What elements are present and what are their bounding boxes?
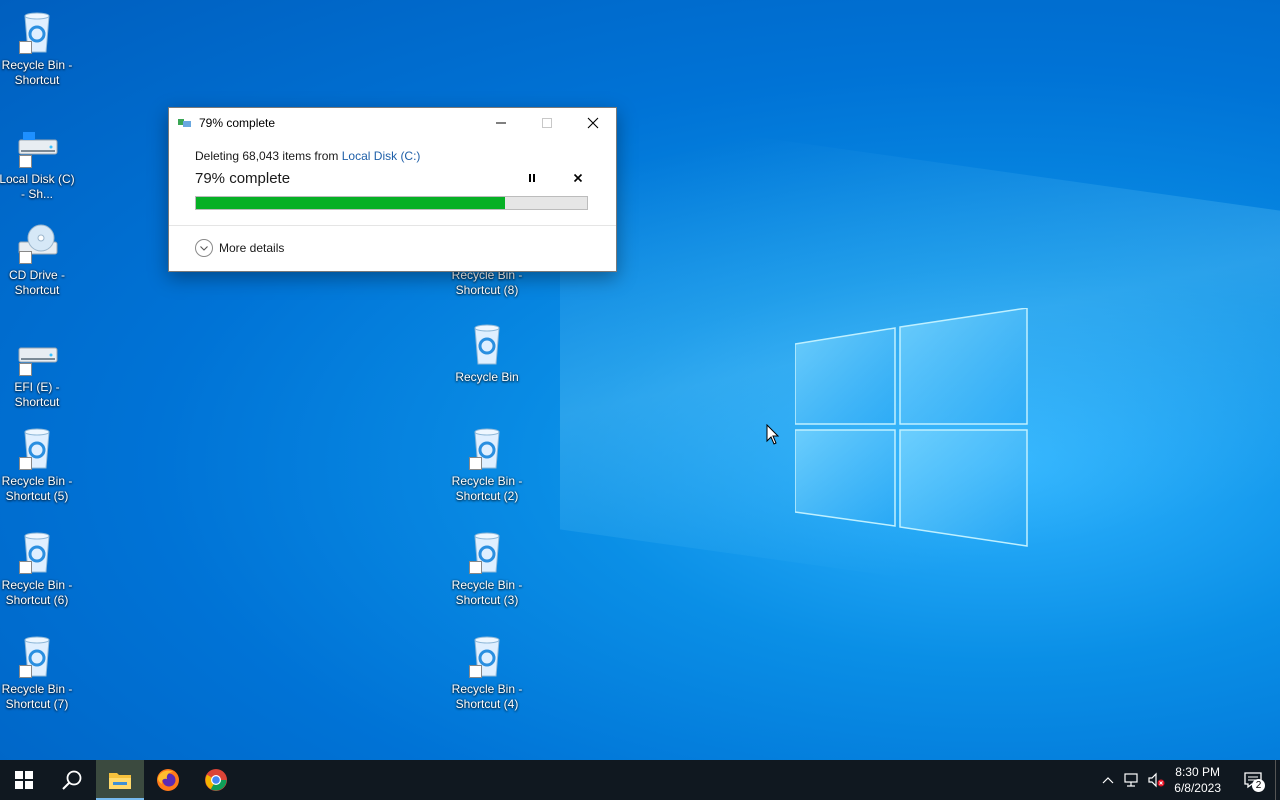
search-icon xyxy=(62,770,82,790)
volume-button[interactable] xyxy=(1144,760,1168,800)
firefox-icon xyxy=(157,769,179,791)
volume-muted-icon xyxy=(1148,772,1165,788)
minimize-icon xyxy=(496,122,506,123)
desktop-icon-recycle-bin-shortcut-6[interactable]: Recycle Bin - Shortcut (6) xyxy=(0,528,76,608)
dialog-titlebar[interactable]: 79% complete xyxy=(169,108,616,137)
desktop-icon-recycle-bin-shortcut-2[interactable]: Recycle Bin - Shortcut (2) xyxy=(448,424,526,504)
progress-bar-fill xyxy=(196,197,505,209)
mouse-cursor-icon xyxy=(766,424,780,445)
source-location-link[interactable]: Local Disk (C:) xyxy=(342,149,421,163)
dialog-title: 79% complete xyxy=(199,115,276,130)
windows-logo-wallpaper xyxy=(795,308,1028,547)
shortcut-arrow-icon xyxy=(19,251,32,264)
cd-drive-icon xyxy=(13,218,61,266)
operation-description: Deleting 68,043 items from Local Disk (C… xyxy=(195,149,590,163)
desktop-icon-recycle-bin-shortcut-5[interactable]: Recycle Bin - Shortcut (5) xyxy=(0,424,76,504)
pause-button[interactable] xyxy=(520,168,544,188)
desktop-icon-label: Recycle Bin - Shortcut (5) xyxy=(1,474,73,503)
notification-count-badge: 2 xyxy=(1252,779,1265,792)
wallpaper-light-beam xyxy=(560,109,1280,631)
desktop-icon-label: Local Disk (C) - Sh... xyxy=(0,172,75,201)
recycle-bin-icon xyxy=(463,632,511,680)
shortcut-arrow-icon xyxy=(19,41,32,54)
recycle-bin-icon xyxy=(463,528,511,576)
desktop-icon-recycle-bin-shortcut-7[interactable]: Recycle Bin - Shortcut (7) xyxy=(0,632,76,712)
desktop-icon-label: Recycle Bin - Shortcut (6) xyxy=(1,578,73,607)
delete-progress-dialog: 79% complete Deleting 68,043 items from … xyxy=(168,107,617,272)
taskbar-chrome[interactable] xyxy=(192,760,240,800)
recycle-bin-icon xyxy=(13,528,61,576)
taskbar-clock[interactable]: 8:30 PM 6/8/2023 xyxy=(1174,764,1221,796)
file-operation-icon xyxy=(178,118,191,127)
cancel-operation-button[interactable] xyxy=(566,168,590,188)
desktop-icon-label: Recycle Bin - Shortcut (4) xyxy=(451,682,523,711)
desktop-icon-efi-shortcut[interactable]: EFI (E) - Shortcut xyxy=(0,330,76,410)
clock-date: 6/8/2023 xyxy=(1174,781,1221,795)
recycle-bin-icon xyxy=(463,424,511,472)
recycle-bin-icon xyxy=(463,320,511,368)
system-tray: 8:30 PM 6/8/2023 2 xyxy=(1096,760,1280,800)
more-details-toggle[interactable]: More details xyxy=(169,226,616,257)
more-details-label: More details xyxy=(219,241,285,255)
shortcut-arrow-icon xyxy=(469,457,482,470)
local-disk-icon xyxy=(13,122,61,170)
file-explorer-icon xyxy=(109,773,131,789)
shortcut-arrow-icon xyxy=(19,665,32,678)
taskbar: 8:30 PM 6/8/2023 2 xyxy=(0,760,1280,800)
taskbar-file-explorer[interactable] xyxy=(96,760,144,800)
drive-icon xyxy=(13,330,61,378)
shortcut-arrow-icon xyxy=(19,561,32,574)
chevron-up-icon xyxy=(1102,777,1114,784)
taskbar-firefox[interactable] xyxy=(144,760,192,800)
maximize-button[interactable] xyxy=(524,108,570,137)
operation-text: Deleting 68,043 items from xyxy=(195,149,342,163)
shortcut-arrow-icon xyxy=(469,665,482,678)
recycle-bin-icon xyxy=(13,424,61,472)
shortcut-arrow-icon xyxy=(19,155,32,168)
chrome-icon xyxy=(205,769,227,791)
recycle-bin-icon xyxy=(13,8,61,56)
show-desktop-button[interactable] xyxy=(1275,760,1280,800)
desktop-icon-recycle-bin[interactable]: Recycle Bin xyxy=(448,320,526,385)
shortcut-arrow-icon xyxy=(469,561,482,574)
recycle-bin-icon xyxy=(13,632,61,680)
desktop-icon-label: Recycle Bin - Shortcut (2) xyxy=(451,474,523,503)
close-button[interactable] xyxy=(570,108,616,137)
chevron-down-icon xyxy=(195,239,213,257)
desktop-icon-recycle-bin-shortcut-3[interactable]: Recycle Bin - Shortcut (3) xyxy=(448,528,526,608)
desktop-icon-label: EFI (E) - Shortcut xyxy=(14,380,60,409)
desktop-icon-local-disk-shortcut[interactable]: Local Disk (C) - Sh... xyxy=(0,122,76,202)
percent-complete-text: 79% complete xyxy=(195,169,291,187)
shortcut-arrow-icon xyxy=(19,363,32,376)
search-button[interactable] xyxy=(48,760,96,800)
network-icon xyxy=(1124,773,1138,787)
desktop-icon-cd-drive-shortcut[interactable]: CD Drive - Shortcut xyxy=(0,218,76,298)
minimize-button[interactable] xyxy=(478,108,524,137)
desktop-icon-label: Recycle Bin xyxy=(455,370,519,384)
show-hidden-icons-button[interactable] xyxy=(1096,760,1120,800)
windows-start-icon xyxy=(15,771,33,789)
network-button[interactable] xyxy=(1120,760,1144,800)
desktop-icon-label: CD Drive - Shortcut xyxy=(9,268,65,297)
close-icon xyxy=(587,117,599,128)
desktop-icon-recycle-bin-shortcut[interactable]: Recycle Bin - Shortcut xyxy=(0,8,76,88)
shortcut-arrow-icon xyxy=(19,457,32,470)
desktop-icon-label: Recycle Bin - Shortcut (3) xyxy=(451,578,523,607)
pause-icon xyxy=(529,174,535,182)
desktop-icon-recycle-bin-shortcut-4[interactable]: Recycle Bin - Shortcut (4) xyxy=(448,632,526,712)
desktop-icon-label: Recycle Bin - Shortcut xyxy=(1,58,73,87)
cancel-icon xyxy=(573,173,583,183)
desktop-icon-label: Recycle Bin - Shortcut (7) xyxy=(1,682,73,711)
progress-bar xyxy=(195,196,588,210)
maximize-icon xyxy=(542,117,552,128)
start-button[interactable] xyxy=(0,760,48,800)
desktop-icon-label: Recycle Bin - Shortcut (8) xyxy=(451,268,523,297)
clock-time: 8:30 PM xyxy=(1175,765,1220,779)
action-center-button[interactable]: 2 xyxy=(1231,760,1275,800)
